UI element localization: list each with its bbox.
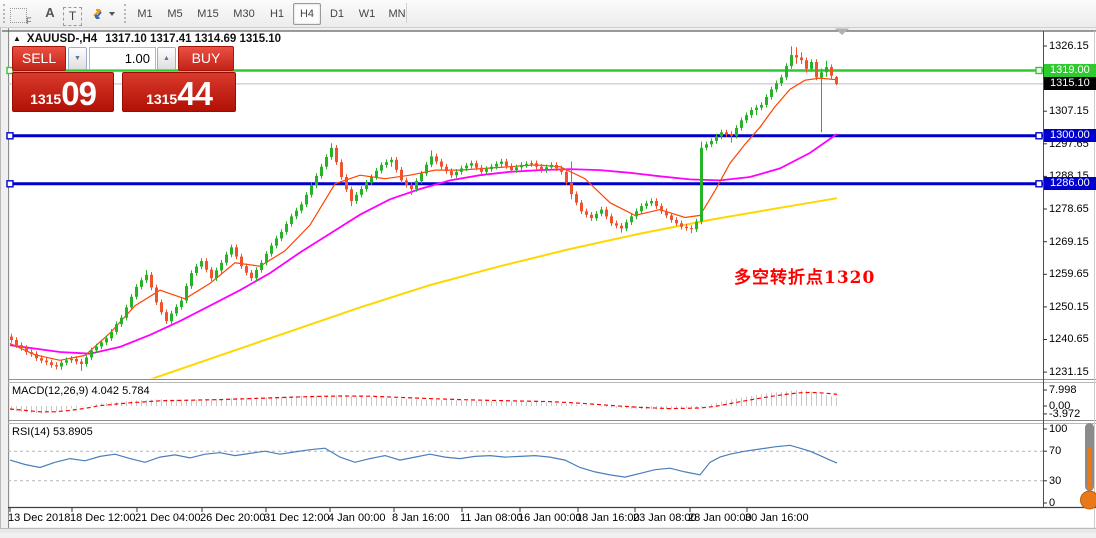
price-badge-1286.00: 1286.00 bbox=[1044, 177, 1096, 190]
thermometer-icon bbox=[1080, 421, 1096, 513]
bid-price-pips: 09 bbox=[61, 77, 96, 111]
volume-decrease-button[interactable]: ▼ bbox=[68, 47, 87, 70]
price-badge-1300.00: 1300.00 bbox=[1044, 129, 1096, 142]
buy-button[interactable]: BUY bbox=[178, 46, 234, 71]
macd-current-values: 4.042 5.784 bbox=[91, 385, 149, 397]
rsi-indicator-label: RSI(14) 53.8905 bbox=[12, 426, 93, 438]
ask-price-box[interactable]: 131544 bbox=[122, 72, 236, 112]
rsi-name: RSI(14) bbox=[12, 426, 50, 438]
volume-input[interactable]: 1.00 bbox=[89, 47, 156, 70]
bid-price-box[interactable]: 131509 bbox=[12, 72, 114, 112]
macd-indicator-label: MACD(12,26,9) 4.042 5.784 bbox=[12, 385, 150, 397]
price-badge-1315.10: 1315.10 bbox=[1044, 77, 1096, 90]
ask-price-whole: 1315 bbox=[146, 89, 177, 109]
symbol-period-title: XAUUSD-,H4 bbox=[27, 33, 97, 45]
sell-button[interactable]: SELL bbox=[12, 46, 66, 71]
chart-header: ▲ XAUUSD-,H4 1317.10 1317.41 1314.69 1315.… bbox=[13, 33, 281, 46]
ask-price-pips: 44 bbox=[177, 77, 212, 111]
one-click-trading-panel: SELL ▼ 1.00 ▲ BUY 131509 131544 bbox=[12, 46, 234, 111]
chart-text-annotation: 多空转折点1320 bbox=[734, 263, 875, 288]
volume-increase-button[interactable]: ▲ bbox=[157, 47, 176, 70]
ohlc-values: 1317.10 1317.41 1314.69 1315.10 bbox=[105, 33, 281, 45]
rsi-current-value: 53.8905 bbox=[53, 426, 93, 438]
price-badge-1319.00: 1319.00 bbox=[1044, 64, 1096, 77]
collapse-one-click-icon[interactable]: ▲ bbox=[13, 34, 21, 43]
bid-price-whole: 1315 bbox=[30, 89, 61, 109]
macd-name: MACD(12,26,9) bbox=[12, 385, 88, 397]
